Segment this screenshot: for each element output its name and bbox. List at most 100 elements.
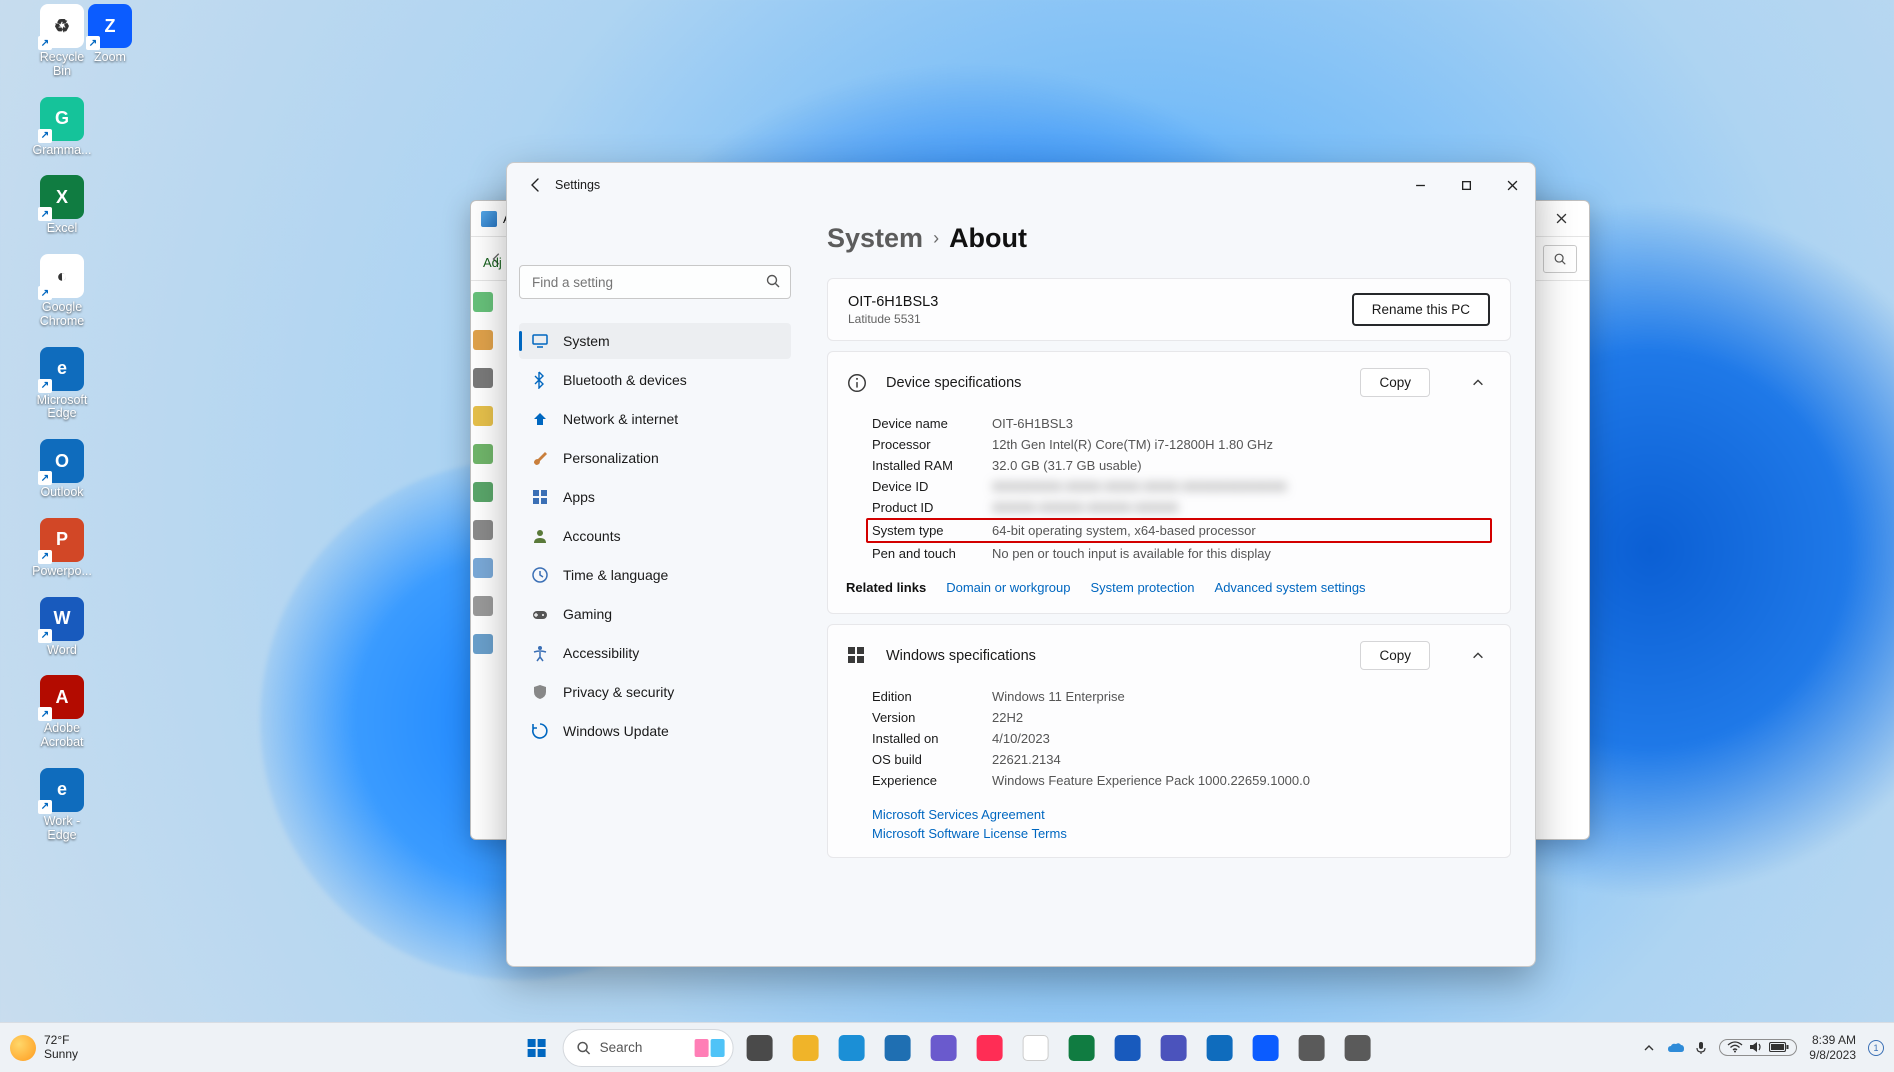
nav-item-accounts[interactable]: Accounts (519, 518, 791, 554)
nav-item-label: Gaming (563, 606, 612, 622)
windows-spec-list: EditionWindows 11 EnterpriseVersion22H2I… (828, 686, 1510, 807)
desktop-icon[interactable]: P↗Powerpo... (30, 518, 94, 579)
desktop-icon[interactable]: O↗Outlook (30, 439, 94, 500)
onedrive-icon[interactable] (1667, 1042, 1685, 1054)
desktop-icon[interactable]: A↗Adobe Acrobat (30, 675, 94, 750)
spec-key: Device name (872, 416, 992, 431)
taskbar-search[interactable]: Search (563, 1029, 734, 1067)
spec-value: XXXXX-XXXXX-XXXXX-XXXXX (992, 500, 1492, 515)
weather-icon (10, 1035, 36, 1061)
related-links-row: Related links Domain or workgroup System… (828, 580, 1510, 613)
nav-item-privacy-security[interactable]: Privacy & security (519, 674, 791, 710)
taskbar-app-settings-app[interactable] (1337, 1028, 1377, 1068)
settings-content: System › About OIT-6H1BSL3 Latitude 5531… (803, 207, 1535, 966)
settings-titlebar[interactable]: Settings (507, 163, 1535, 207)
shield-icon (531, 683, 549, 701)
taskbar-app-teams[interactable] (1153, 1028, 1193, 1068)
spec-key: Edition (872, 689, 992, 704)
taskbar-weather[interactable]: 72°F Sunny (10, 1034, 78, 1062)
notifications-icon[interactable]: 1 (1868, 1040, 1884, 1056)
ms-license-terms-link[interactable]: Microsoft Software License Terms (872, 826, 1492, 841)
nav-item-windows-update[interactable]: Windows Update (519, 713, 791, 749)
taskbar-app-snip[interactable] (1291, 1028, 1331, 1068)
taskbar-search-placeholder: Search (600, 1040, 643, 1055)
settings-back-button[interactable] (521, 171, 549, 199)
access-icon (531, 644, 549, 662)
taskbar-app-store[interactable] (877, 1028, 917, 1068)
nav-item-label: Bluetooth & devices (563, 372, 687, 388)
nav-item-network-internet[interactable]: Network & internet (519, 401, 791, 437)
nav-item-personalization[interactable]: Personalization (519, 440, 791, 476)
nav-item-accessibility[interactable]: Accessibility (519, 635, 791, 671)
nav-item-gaming[interactable]: Gaming (519, 596, 791, 632)
taskbar-time: 8:39 AM (1809, 1033, 1856, 1047)
taskbar-app-zoom[interactable] (1245, 1028, 1285, 1068)
desktop-icon[interactable]: ◐↗Google Chrome (30, 254, 94, 329)
nav-item-label: Windows Update (563, 723, 669, 739)
windows-icon (846, 645, 868, 667)
desktop-icon-zoom-slot: Z↗Zoom (78, 4, 142, 65)
collapse-device-specs[interactable] (1464, 369, 1492, 397)
settings-search-input[interactable] (519, 265, 791, 299)
taskbar-app-chrome[interactable] (1015, 1028, 1055, 1068)
spec-row: Product IDXXXXX-XXXXX-XXXXX-XXXXX (872, 497, 1492, 518)
taskbar-right: 8:39 AM 9/8/2023 1 (1643, 1033, 1884, 1062)
volume-icon (1749, 1041, 1763, 1053)
system-tray-pill[interactable] (1719, 1039, 1797, 1056)
chevron-right-icon: › (933, 228, 939, 249)
taskbar-clock[interactable]: 8:39 AM 9/8/2023 (1809, 1033, 1856, 1062)
tray-chevron-icon[interactable] (1643, 1042, 1655, 1054)
related-link-domain[interactable]: Domain or workgroup (946, 580, 1070, 595)
nav-item-apps[interactable]: Apps (519, 479, 791, 515)
taskbar-app-word[interactable] (1107, 1028, 1147, 1068)
spec-key: Product ID (872, 500, 992, 515)
start-button[interactable] (517, 1028, 557, 1068)
settings-search[interactable] (519, 265, 791, 299)
mic-icon[interactable] (1695, 1041, 1707, 1055)
desktop-icon[interactable]: e↗Microsoft Edge (30, 347, 94, 422)
taskbar-app-edge[interactable] (831, 1028, 871, 1068)
taskbar-app-copilot[interactable] (923, 1028, 963, 1068)
bg-window-icon (481, 211, 497, 227)
copy-device-specs-button[interactable]: Copy (1360, 368, 1430, 397)
minimize-button[interactable] (1397, 165, 1443, 205)
pc-model: Latitude 5531 (848, 312, 938, 326)
desktop-icon[interactable]: X↗Excel (30, 175, 94, 236)
spec-value: Windows Feature Experience Pack 1000.226… (992, 773, 1492, 788)
taskbar-app-app1[interactable] (969, 1028, 1009, 1068)
desktop-icons: ♻↗Recycle BinG↗Gramma...X↗Excel◐↗Google … (2, 4, 122, 842)
device-spec-list: Device nameOIT-6H1BSL3Processor12th Gen … (828, 413, 1510, 580)
spec-key: Installed on (872, 731, 992, 746)
bg-window-search[interactable] (1543, 245, 1577, 273)
nav-item-bluetooth-devices[interactable]: Bluetooth & devices (519, 362, 791, 398)
desktop-icon[interactable]: e↗Work - Edge (30, 768, 94, 843)
taskbar-app-file-explorer[interactable] (785, 1028, 825, 1068)
nav-item-system[interactable]: System (519, 323, 791, 359)
nav-item-label: Privacy & security (563, 684, 674, 700)
bg-window-close[interactable] (1539, 205, 1583, 233)
desktop-icon[interactable]: G↗Gramma... (30, 97, 94, 158)
spec-key: Version (872, 710, 992, 725)
nav-item-label: Network & internet (563, 411, 678, 427)
taskbar-app-excel[interactable] (1061, 1028, 1101, 1068)
taskbar-app-task-view[interactable] (739, 1028, 779, 1068)
taskbar-app-outlook[interactable] (1199, 1028, 1239, 1068)
rename-pc-button[interactable]: Rename this PC (1352, 293, 1490, 326)
desktop-icon[interactable]: W↗Word (30, 597, 94, 658)
wifi-icon (531, 410, 549, 428)
breadcrumb-level1[interactable]: System (827, 223, 923, 254)
related-link-protection[interactable]: System protection (1090, 580, 1194, 595)
collapse-windows-specs[interactable] (1464, 642, 1492, 670)
bg-window-side-icons (471, 283, 495, 839)
ms-services-agreement-link[interactable]: Microsoft Services Agreement (872, 807, 1492, 822)
settings-window: Settings System Bluetooth & devices Networ… (506, 162, 1536, 967)
desktop-icon[interactable]: Z↗Zoom (78, 4, 142, 65)
maximize-button[interactable] (1443, 165, 1489, 205)
spec-key: System type (872, 523, 992, 538)
nav-item-time-language[interactable]: Time & language (519, 557, 791, 593)
close-button[interactable] (1489, 165, 1535, 205)
spec-value: 22H2 (992, 710, 1492, 725)
copy-windows-specs-button[interactable]: Copy (1360, 641, 1430, 670)
nav-item-label: Time & language (563, 567, 668, 583)
related-link-advanced[interactable]: Advanced system settings (1215, 580, 1366, 595)
